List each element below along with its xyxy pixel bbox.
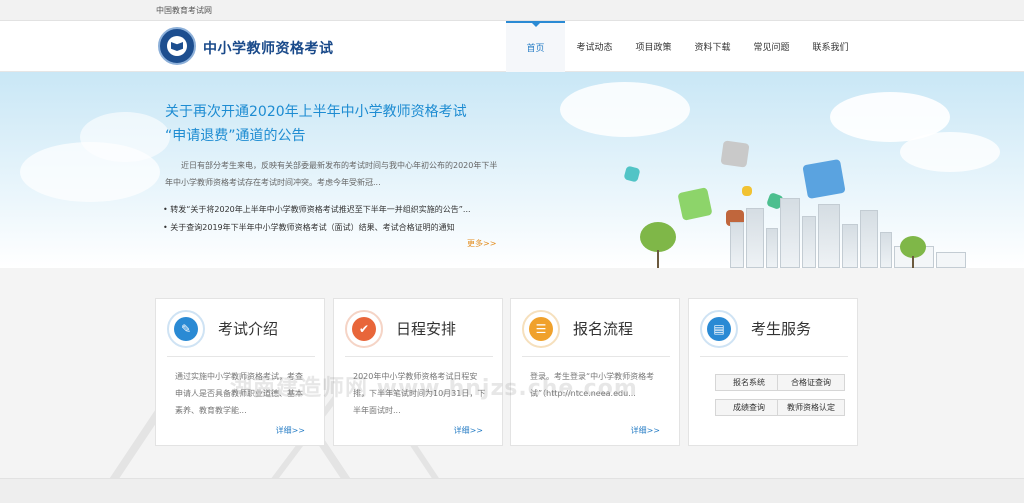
card-more-link[interactable]: 详细>> bbox=[276, 425, 305, 436]
card-title[interactable]: 报名流程 bbox=[573, 318, 633, 339]
card-candidate-services: ▤ 考生服务 报名系统 合格证查询 成绩查询 教师资格认定 bbox=[688, 298, 858, 446]
card-title[interactable]: 日程安排 bbox=[396, 318, 456, 339]
cloud-decoration bbox=[560, 82, 690, 137]
header: 中小学教师资格考试 首页 考试动态 项目政策 资料下载 常见问题 联系我们 bbox=[0, 21, 1024, 72]
card-schedule: ✔ 日程安排 2020年中小学教师资格考试日程安排，下半年笔试时间为10月31日… bbox=[333, 298, 503, 446]
news-list: 转发“关于将2020年上半年中小学教师资格考试推迟至下半年一并组织实施的公告”.… bbox=[163, 201, 503, 237]
logo-text[interactable]: 中小学教师资格考试 bbox=[203, 38, 334, 58]
card-exam-intro: ✎ 考试介绍 通过实施中小学教师资格考试，考查申请人是否具备教师职业道德、基本素… bbox=[155, 298, 325, 446]
more-news-link[interactable]: 更多>> bbox=[467, 238, 496, 249]
nav-downloads[interactable]: 资料下载 bbox=[683, 21, 742, 72]
news-item[interactable]: 转发“关于将2020年上半年中小学教师资格考试推迟至下半年一并组织实施的公告”.… bbox=[163, 201, 503, 219]
form-icon: ☰ bbox=[529, 317, 553, 341]
cube-decoration bbox=[720, 140, 750, 168]
card-description: 2020年中小学教师资格考试日程安排，下半年笔试时间为10月31日，下半年面试时… bbox=[353, 372, 486, 415]
checkmark-icon: ✔ bbox=[352, 317, 376, 341]
top-bar: 中国教育考试网 bbox=[0, 0, 1024, 21]
news-item[interactable]: 关于查询2019年下半年中小学教师资格考试（面试）结果、考试合格证明的通知 bbox=[163, 219, 503, 237]
logo-emblem-icon[interactable] bbox=[158, 27, 196, 65]
skyline-illustration bbox=[520, 192, 1024, 268]
score-query-button[interactable]: 成绩查询 bbox=[715, 399, 783, 416]
cloud-decoration bbox=[80, 112, 170, 162]
card-registration: ☰ 报名流程 登录。考生登录“中小学教师资格考试”（http://ntce.ne… bbox=[510, 298, 680, 446]
hero-banner: 关于再次开通2020年上半年中小学教师资格考试 “申请退费”通道的公告 近日有部… bbox=[0, 72, 1024, 268]
main-nav: 首页 考试动态 项目政策 资料下载 常见问题 联系我们 bbox=[506, 21, 860, 72]
site-link[interactable]: 中国教育考试网 bbox=[156, 5, 212, 16]
registration-system-button[interactable]: 报名系统 bbox=[715, 374, 783, 391]
nav-policy[interactable]: 项目政策 bbox=[624, 21, 683, 72]
nav-exam-news[interactable]: 考试动态 bbox=[565, 21, 624, 72]
cloud-decoration bbox=[900, 132, 1000, 172]
nav-contact[interactable]: 联系我们 bbox=[801, 21, 860, 72]
footer-strip bbox=[0, 478, 1024, 503]
card-description: 通过实施中小学教师资格考试，考查申请人是否具备教师职业道德、基本素养、教育教学能… bbox=[175, 372, 303, 415]
teacher-certification-button[interactable]: 教师资格认定 bbox=[777, 399, 845, 416]
card-title[interactable]: 考生服务 bbox=[751, 318, 811, 339]
card-more-link[interactable]: 详细>> bbox=[631, 425, 660, 436]
pen-icon: ✎ bbox=[174, 317, 198, 341]
card-description: 登录。考生登录“中小学教师资格考试”（http://ntce.neea.edu.… bbox=[530, 372, 655, 398]
headline-link[interactable]: 关于再次开通2020年上半年中小学教师资格考试 “申请退费”通道的公告 bbox=[165, 100, 505, 148]
nav-faq[interactable]: 常见问题 bbox=[742, 21, 801, 72]
card-title[interactable]: 考试介绍 bbox=[218, 318, 278, 339]
id-card-icon: ▤ bbox=[707, 317, 731, 341]
certificate-query-button[interactable]: 合格证查询 bbox=[777, 374, 845, 391]
cube-decoration bbox=[623, 165, 641, 183]
headline-summary: 近日有部分考生来电，反映有关部委最新发布的考试时间与我中心年初公布的2020年下… bbox=[165, 161, 498, 187]
card-more-link[interactable]: 详细>> bbox=[454, 425, 483, 436]
nav-home[interactable]: 首页 bbox=[506, 21, 565, 72]
